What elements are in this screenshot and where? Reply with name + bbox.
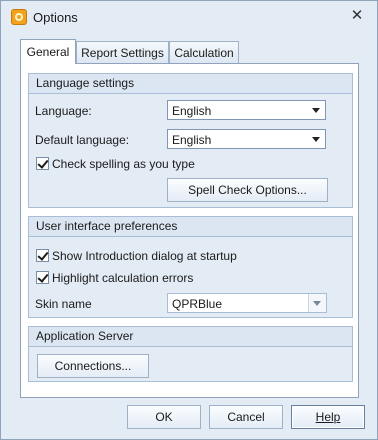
language-label: Language: — [35, 104, 92, 118]
language-select-value: English — [172, 104, 212, 118]
chevron-down-icon — [312, 108, 320, 113]
default-language-select[interactable]: English — [167, 129, 326, 149]
skin-dropdown-button[interactable] — [308, 294, 326, 312]
show-intro-label: Show Introduction dialog at startup — [52, 249, 237, 263]
application-server-header: Application Server — [29, 327, 352, 347]
spell-check-label: Check spelling as you type — [52, 157, 195, 171]
language-settings-header: Language settings — [29, 74, 352, 94]
tab-report-settings[interactable]: Report Settings — [76, 41, 169, 63]
ui-preferences-header: User interface preferences — [29, 217, 352, 237]
help-button-label: Help — [315, 410, 341, 424]
chevron-down-icon — [312, 137, 320, 142]
default-language-label: Default language: — [35, 133, 130, 147]
default-language-select-value: English — [172, 133, 212, 147]
ui-preferences-group: User interface preferences Show Introduc… — [28, 216, 353, 318]
skin-name-label: Skin name — [35, 297, 92, 311]
spell-check-options-button[interactable]: Spell Check Options... — [167, 178, 328, 202]
close-icon[interactable]: ✕ — [349, 8, 365, 24]
app-icon — [11, 9, 27, 25]
application-server-group: Application Server Connections... — [28, 326, 353, 382]
language-select[interactable]: English — [167, 100, 326, 120]
tab-panel-general: Language settings Language: English Defa… — [20, 63, 359, 398]
spell-check-checkbox[interactable] — [36, 157, 49, 170]
chevron-down-icon — [313, 301, 321, 306]
language-settings-group: Language settings Language: English Defa… — [28, 73, 353, 208]
skin-name-select[interactable]: QPRBlue — [167, 293, 327, 313]
help-button[interactable]: Help — [291, 405, 365, 429]
ok-button[interactable]: OK — [127, 405, 201, 429]
connections-button[interactable]: Connections... — [37, 354, 149, 378]
cancel-button[interactable]: Cancel — [209, 405, 283, 429]
highlight-errors-checkbox[interactable] — [36, 271, 49, 284]
window-title: Options — [33, 10, 78, 25]
tab-calculation[interactable]: Calculation — [169, 41, 239, 63]
tab-general[interactable]: General — [20, 39, 76, 64]
highlight-errors-label: Highlight calculation errors — [52, 271, 194, 285]
show-intro-checkbox[interactable] — [36, 249, 49, 262]
title-bar[interactable]: Options ✕ — [1, 1, 377, 33]
options-dialog: Options ✕ General Report Settings Calcul… — [0, 0, 378, 440]
skin-name-value: QPRBlue — [172, 297, 223, 311]
